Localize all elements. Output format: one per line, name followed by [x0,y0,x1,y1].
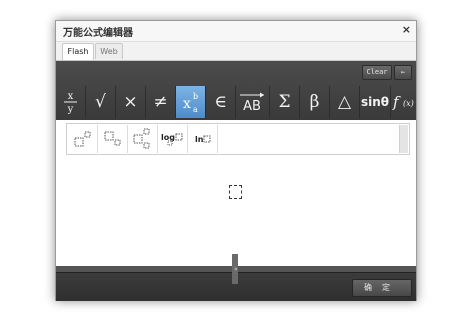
ln-template-label: ln [195,135,204,144]
subscript-template-icon [104,131,121,146]
times-symbol-button[interactable]: × [116,86,146,118]
palette-scrollbar[interactable] [399,125,408,153]
fraction-denominator: y [67,104,74,115]
tab-flash[interactable]: Flash [62,43,94,60]
beta-symbol-button[interactable]: β [300,86,330,118]
vector-icon: AB [240,92,264,114]
title-bar: 万能公式编辑器 × [56,21,416,42]
superscript-template-button[interactable] [68,125,98,153]
sub-superscript-template-icon [133,128,150,149]
close-icon[interactable]: × [402,23,411,36]
function-f: f [392,93,401,111]
subsup-subscript: a [193,105,198,114]
fraction-numerator: x [68,91,74,102]
subsup-base: x [183,96,191,112]
tab-web[interactable]: Web [95,43,123,59]
function-symbol-button[interactable]: f (x) [391,86,416,118]
subscript-template-button[interactable] [98,125,128,153]
sum-symbol-button[interactable]: Σ [270,86,300,118]
sub-superscript-template-button[interactable] [128,125,158,153]
function-icon: f (x) [392,93,414,111]
dialog-title: 万能公式编辑器 [63,28,133,39]
collapse-toggle-icon[interactable]: « [232,254,239,284]
backspace-button[interactable]: ← [394,65,412,80]
template-palette: log ln [66,123,410,155]
bottom-bar: « 确定 [56,254,416,301]
log-template-icon: log [161,133,183,146]
subsup-icon: x b a [183,92,198,114]
subsup-symbol-button[interactable]: x b a [176,86,206,118]
formula-editor-dialog: 万能公式编辑器 × Flash Web Clear ← x y √ × ≠ x … [55,20,417,301]
subsup-superscript: b [193,92,198,101]
triangle-symbol-button[interactable]: △ [330,86,360,118]
fraction-symbol-button[interactable]: x y [56,86,86,118]
input-placeholder-box[interactable] [229,185,242,199]
element-of-symbol-button[interactable]: ∈ [206,86,236,118]
vector-symbol-button[interactable]: AB [236,86,270,118]
ln-template-button[interactable]: ln [188,125,218,153]
editor-panel: Clear ← x y √ × ≠ x b a ∈ AB Σ β △ sinθ … [56,60,416,301]
vector-text: AB [243,99,261,114]
not-equal-symbol-button[interactable]: ≠ [146,86,176,118]
splitter: « [56,254,416,284]
clear-button[interactable]: Clear [362,65,392,80]
symbol-toolbar: Clear ← x y √ × ≠ x b a ∈ AB Σ β △ sinθ … [56,61,416,120]
fraction-icon: x y [64,91,77,115]
ln-template-icon: ln [195,135,211,144]
sin-theta-symbol-button[interactable]: sinθ [360,86,391,118]
ok-button[interactable]: 确定 [352,279,412,297]
log-template-button[interactable]: log [158,125,188,153]
function-arg: (x) [403,99,414,108]
superscript-template-icon [74,131,91,147]
symbol-row: x y √ × ≠ x b a ∈ AB Σ β △ sinθ f (x) [56,86,416,118]
formula-edit-area[interactable] [56,157,416,265]
sqrt-symbol-button[interactable]: √ [86,86,116,118]
